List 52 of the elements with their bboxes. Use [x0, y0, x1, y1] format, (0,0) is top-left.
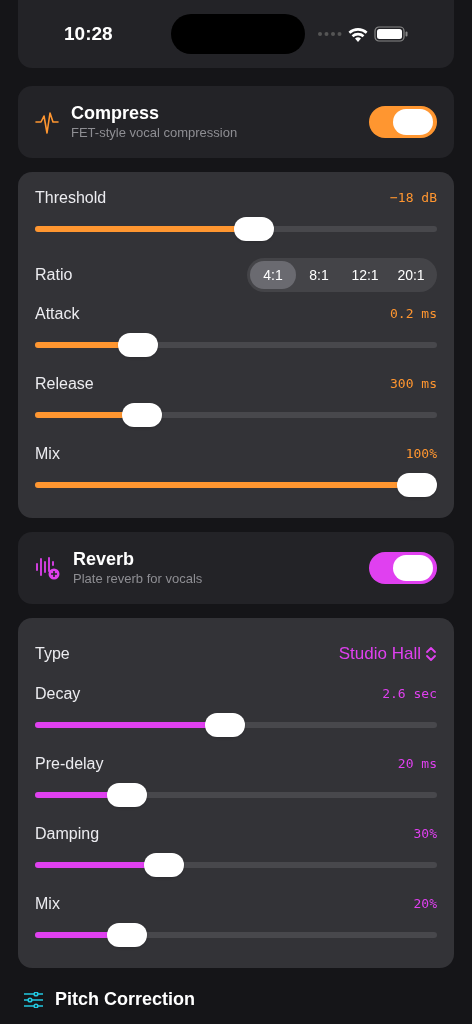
parameter-value: 100%: [405, 445, 437, 464]
effect-subtitle: Plate reverb for vocals: [73, 570, 204, 588]
slider[interactable]: [35, 403, 437, 427]
effect-title: Compress: [71, 102, 161, 124]
slider[interactable]: [35, 217, 437, 241]
effect-title: Reverb: [73, 548, 136, 570]
sliders-icon: [24, 991, 43, 1008]
slider[interactable]: [35, 473, 437, 497]
parameter-label: Damping: [35, 824, 100, 844]
slider-thumb[interactable]: [107, 783, 148, 807]
segment-option[interactable]: 4:1: [250, 261, 296, 289]
slider[interactable]: [35, 853, 437, 877]
parameter-label: Release: [35, 374, 94, 394]
status-time: 10:28: [64, 21, 113, 46]
parameter-value: 2.6 sec: [382, 685, 437, 704]
slider-thumb[interactable]: [205, 713, 246, 737]
slider-thumb[interactable]: [234, 217, 275, 241]
parameter-value: 20%: [413, 895, 437, 914]
parameter-label: Ratio: [35, 265, 73, 285]
slider[interactable]: [35, 713, 437, 737]
toggle-switch[interactable]: [369, 552, 437, 584]
slider-thumb[interactable]: [121, 403, 162, 427]
parameter-value: 30%: [413, 825, 437, 844]
section-title: Pitch Correction: [55, 988, 196, 1011]
parameter-label: Mix: [35, 894, 60, 914]
type-picker[interactable]: Studio Hall: [338, 641, 437, 667]
slider[interactable]: [35, 783, 437, 807]
slider-thumb[interactable]: [143, 853, 184, 877]
parameter-value: 300 ms: [390, 375, 437, 394]
parameter-label: Threshold: [35, 188, 107, 208]
slider[interactable]: [35, 923, 437, 947]
segment-option[interactable]: 12:1: [342, 261, 388, 289]
parameter-value: −18 dB: [390, 189, 437, 208]
parameter-label: Pre-delay: [35, 754, 104, 774]
signal-dots-icon: [318, 32, 342, 36]
wifi-icon: [348, 26, 368, 42]
parameter-value: 20 ms: [397, 755, 437, 774]
slider-thumb[interactable]: [107, 923, 148, 947]
parameter-label: Mix: [35, 444, 60, 464]
segment-option[interactable]: 8:1: [296, 261, 342, 289]
segment-option[interactable]: 20:1: [388, 261, 434, 289]
parameter-label: Type: [35, 644, 70, 664]
slider-thumb[interactable]: [397, 473, 437, 497]
chevron-up-down-icon: [425, 646, 437, 662]
parameter-label: Decay: [35, 684, 81, 704]
effect-subtitle: FET-style vocal compression: [71, 124, 239, 142]
slider-thumb[interactable]: [118, 333, 159, 357]
battery-icon: [374, 26, 408, 42]
parameter-value: 0.2 ms: [390, 305, 437, 324]
slider[interactable]: [35, 333, 437, 357]
toggle-switch[interactable]: [369, 106, 437, 138]
parameter-label: Attack: [35, 304, 80, 324]
